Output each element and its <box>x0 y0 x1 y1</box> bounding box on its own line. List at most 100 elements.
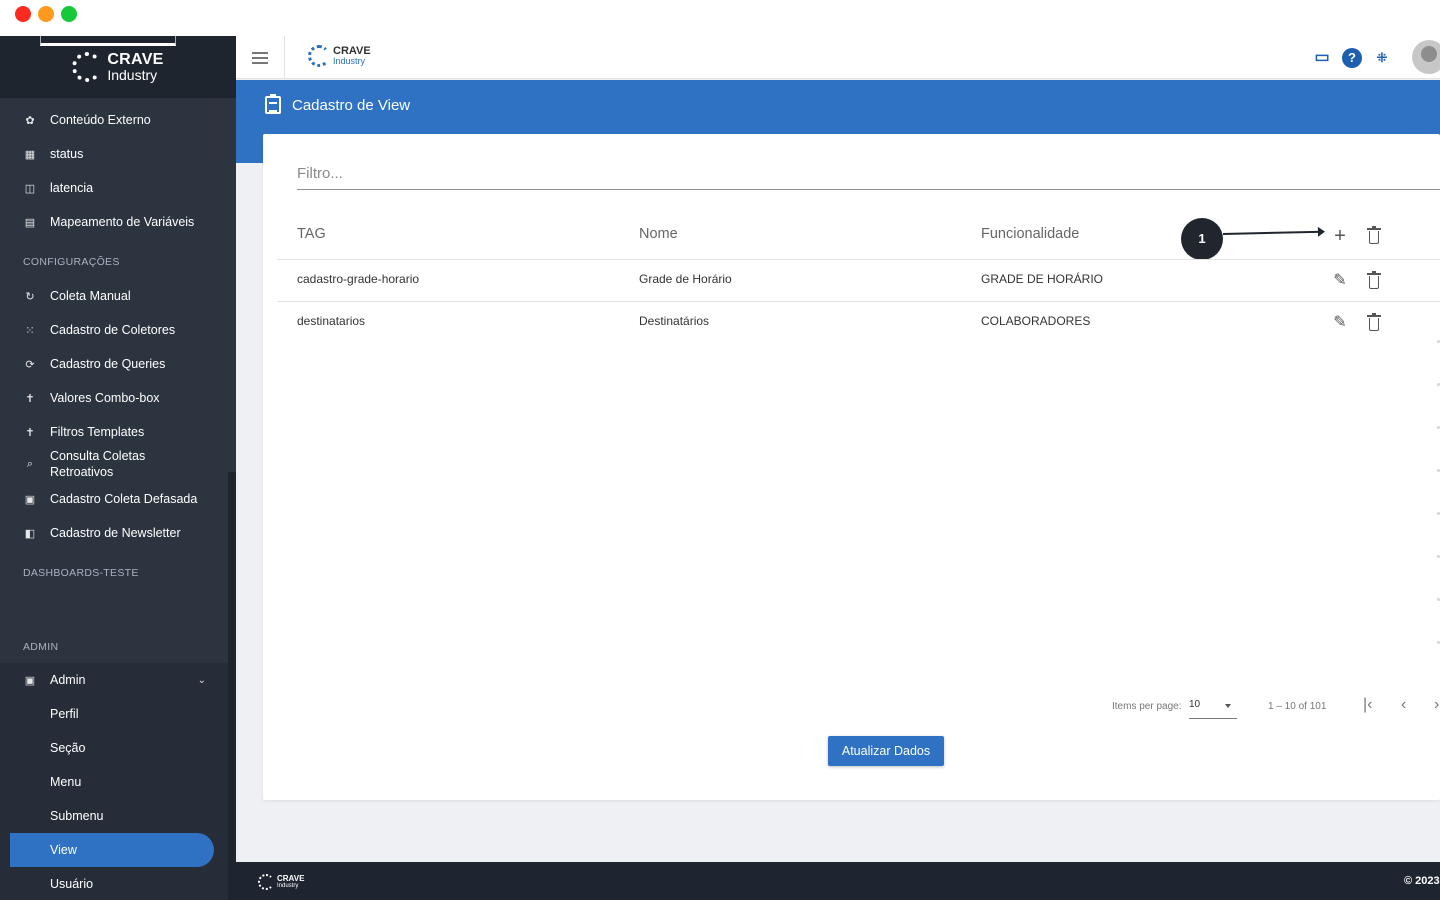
sidebar-item-valores-combo-box[interactable]: ✝ Valores Combo-box <box>0 381 228 415</box>
sidebar-item-label: Valores Combo-box <box>50 390 160 405</box>
sidebar-scrollbar[interactable] <box>228 472 236 900</box>
refresh-icon: ↻ <box>25 290 35 303</box>
sidebar-item-label: status <box>50 146 84 161</box>
delete-all-icon[interactable] <box>1367 226 1381 244</box>
logo-sub: Industry <box>277 883 299 889</box>
close-window-button[interactable] <box>15 6 31 22</box>
sidebar-item-label: Admin <box>50 672 86 687</box>
search-icon: ⌕ <box>26 457 34 470</box>
cross-icon: ✝ <box>25 392 35 405</box>
logo-ring-icon <box>308 45 330 67</box>
logo-ring-icon <box>72 52 103 82</box>
help-icon[interactable]: ? <box>1342 48 1362 68</box>
menu-toggle-icon[interactable] <box>252 52 268 64</box>
section-header-dashboards: DASHBOARDS-TESTE <box>23 567 139 579</box>
section-header-admin: ADMIN <box>23 641 59 653</box>
sidebar-item-label: Filtros Templates <box>50 424 145 439</box>
minimize-window-button[interactable] <box>38 6 54 22</box>
sidebar-item-mapeamento[interactable]: ▤ Mapeamento de Variáveis <box>0 205 228 239</box>
step-callout: 1 <box>1181 218 1223 260</box>
copyright: © 2023 <box>1404 875 1440 887</box>
cell-nome: Destinatários <box>639 314 710 328</box>
sidebar-item-menu[interactable]: Menu <box>50 765 81 799</box>
sidebar-item-newsletter[interactable]: ◧ Cadastro de Newsletter <box>0 516 228 550</box>
cell-nome: Grade de Horário <box>639 272 732 286</box>
sidebar-item-view[interactable]: View <box>50 833 77 867</box>
cell-tag: cadastro-grade-horario <box>297 272 420 286</box>
grid-icon: ▦ <box>24 148 36 161</box>
sidebar-item-admin[interactable]: ▣ Admin ⌄ <box>0 663 228 697</box>
column-header-tag[interactable]: TAG <box>297 226 326 242</box>
column-header-nome[interactable]: Nome <box>639 226 678 242</box>
sidebar-item-status[interactable]: ▦ status <box>0 137 228 171</box>
sidebar-item-label: Mapeamento de Variáveis <box>50 214 195 229</box>
page-size-select[interactable]: 10 <box>1189 699 1237 719</box>
grid-icon: ⁙ <box>25 324 35 337</box>
clock-icon: ◫ <box>24 182 36 195</box>
edit-icon[interactable]: ✎ <box>1329 270 1351 292</box>
sidebar-logo: CRAVE Industry <box>0 36 236 98</box>
update-data-button[interactable]: Atualizar Dados <box>828 736 944 766</box>
avatar[interactable] <box>1412 40 1440 74</box>
logo-sub: Industry <box>333 56 366 66</box>
sidebar-item-label: Cadastro Coleta Defasada <box>50 491 198 506</box>
sidebar-top-decoration <box>40 36 176 46</box>
next-page-icon[interactable]: › <box>1434 696 1439 714</box>
sidebar-item-perfil[interactable]: Perfil <box>50 697 78 731</box>
footer-logo: CRAVE Industry <box>258 874 304 890</box>
sidebar-item-coleta-defasada[interactable]: ▣ Cadastro Coleta Defasada <box>0 482 228 516</box>
divider <box>284 36 285 79</box>
content-card: TAG Nome Funcionalidade + 1 cadastro-gra… <box>263 134 1440 800</box>
sidebar-item-consulta-coletas[interactable]: ⌕ Consulta Coletas Retroativos <box>0 447 200 481</box>
add-icon[interactable]: + <box>1329 225 1351 247</box>
sidebar: CRAVE Industry ✿ Conteúdo Externo ▦ stat… <box>0 36 236 900</box>
caret-down-icon <box>1225 704 1231 708</box>
sidebar-item-label: Consulta Coletas Retroativos <box>50 448 146 479</box>
cross-icon: ✝ <box>25 426 35 439</box>
logo-sub: Industry <box>107 67 158 83</box>
delete-icon[interactable] <box>1367 313 1381 331</box>
sidebar-item-submenu[interactable]: Submenu <box>50 799 104 833</box>
news-icon: ◧ <box>24 527 36 540</box>
sidebar-item-conteudo-externo[interactable]: ✿ Conteúdo Externo <box>0 103 228 137</box>
list-icon: ▤ <box>24 216 36 229</box>
sidebar-item-usuario[interactable]: Usuário <box>50 867 93 900</box>
sidebar-item-label: Coleta Manual <box>50 288 131 303</box>
clipboard-icon <box>265 94 281 114</box>
previous-page-icon[interactable]: ‹ <box>1401 696 1406 714</box>
sidebar-item-filtros-templates[interactable]: ✝ Filtros Templates <box>0 415 228 449</box>
fullscreen-exit-icon[interactable]: ⁜ <box>1372 48 1392 68</box>
top-logo[interactable]: CRAVE Industry <box>308 45 371 67</box>
page-title: Cadastro de View <box>292 97 411 114</box>
edit-icon[interactable]: ✎ <box>1329 312 1351 334</box>
logo-name: CRAVE <box>277 874 305 883</box>
sidebar-item-secao[interactable]: Seção <box>50 731 85 765</box>
chevron-down-icon: ⌄ <box>197 674 206 686</box>
sync-icon: ⟳ <box>25 358 35 371</box>
logo-name: CRAVE <box>107 51 164 68</box>
sidebar-item-cadastro-queries[interactable]: ⟳ Cadastro de Queries <box>0 347 228 381</box>
cell-tag: destinatarios <box>297 314 366 328</box>
column-header-funcionalidade[interactable]: Funcionalidade <box>981 226 1079 242</box>
sidebar-item-latencia[interactable]: ◫ latencia <box>0 171 228 205</box>
active-item-highlight <box>10 833 214 867</box>
cell-funcionalidade: GRADE DE HORÁRIO <box>981 272 1104 286</box>
sidebar-item-label: Cadastro de Newsletter <box>50 525 181 540</box>
sidebar-item-coleta-manual[interactable]: ↻ Coleta Manual <box>0 279 228 313</box>
filter-input[interactable] <box>297 158 1440 190</box>
puzzle-icon: ✿ <box>25 114 35 127</box>
footer: CRAVE Industry © 2023 <box>236 862 1440 900</box>
cell-funcionalidade: COLABORADORES <box>981 314 1091 328</box>
maximize-window-button[interactable] <box>61 6 77 22</box>
sidebar-item-label: Cadastro de Queries <box>50 356 166 371</box>
logo-ring-icon <box>258 874 274 890</box>
sidebar-item-cadastro-coletores[interactable]: ⁙ Cadastro de Coletores <box>0 313 228 347</box>
paginator-label: Items per page: <box>1112 701 1182 712</box>
chat-icon[interactable]: ▭ <box>1312 48 1332 68</box>
delete-icon[interactable] <box>1367 271 1381 289</box>
window-titlebar <box>0 0 1440 36</box>
first-page-icon[interactable]: |‹ <box>1363 696 1372 714</box>
sidebar-item-label: Conteúdo Externo <box>50 112 151 127</box>
crave-logo: CRAVE Industry <box>72 52 163 82</box>
paginator-range: 1 – 10 of 101 <box>1268 701 1327 712</box>
